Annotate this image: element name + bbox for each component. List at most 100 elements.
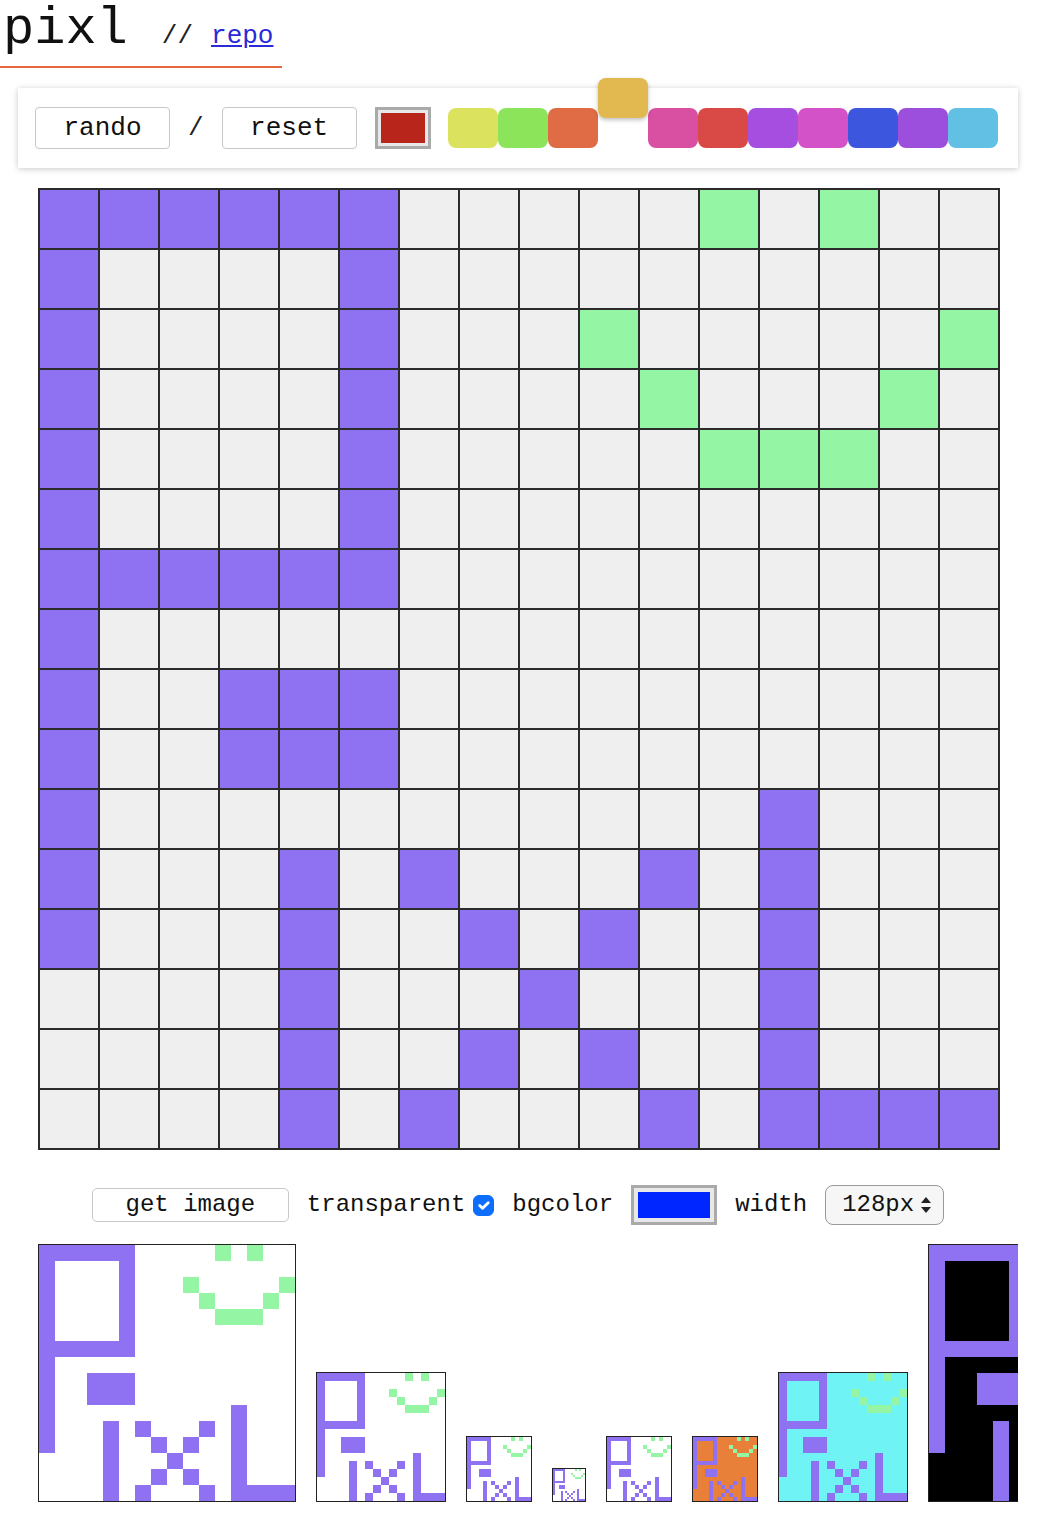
- pixel-cell[interactable]: [220, 850, 278, 908]
- pixel-cell[interactable]: [700, 1090, 758, 1148]
- pixel-cell[interactable]: [340, 730, 398, 788]
- pixel-cell[interactable]: [940, 1090, 998, 1148]
- pixel-cell[interactable]: [460, 370, 518, 428]
- pixel-cell[interactable]: [820, 670, 878, 728]
- pixel-cell[interactable]: [40, 550, 98, 608]
- pixel-cell[interactable]: [40, 1030, 98, 1088]
- pixel-cell[interactable]: [40, 850, 98, 908]
- pixel-cell[interactable]: [40, 730, 98, 788]
- thumbnail-image[interactable]: [692, 1436, 758, 1502]
- pixel-cell[interactable]: [940, 370, 998, 428]
- pixel-cell[interactable]: [40, 370, 98, 428]
- pixel-cell[interactable]: [820, 1090, 878, 1148]
- pixel-cell[interactable]: [580, 910, 638, 968]
- pixel-cell[interactable]: [580, 670, 638, 728]
- palette-swatch[interactable]: [448, 108, 498, 148]
- pixel-cell[interactable]: [340, 370, 398, 428]
- pixel-cell[interactable]: [880, 850, 938, 908]
- pixel-cell[interactable]: [580, 730, 638, 788]
- pixel-cell[interactable]: [100, 1030, 158, 1088]
- pixel-cell[interactable]: [760, 910, 818, 968]
- pixel-cell[interactable]: [340, 850, 398, 908]
- pixel-cell[interactable]: [820, 1030, 878, 1088]
- pixel-cell[interactable]: [220, 910, 278, 968]
- pixel-cell[interactable]: [880, 970, 938, 1028]
- pixel-cell[interactable]: [880, 1090, 938, 1148]
- pixel-cell[interactable]: [40, 190, 98, 248]
- thumbnail-image[interactable]: [466, 1436, 532, 1502]
- pixel-cell[interactable]: [100, 910, 158, 968]
- pixel-cell[interactable]: [340, 910, 398, 968]
- palette-swatch[interactable]: [548, 108, 598, 148]
- thumbnail-image[interactable]: [316, 1372, 446, 1502]
- pixel-cell[interactable]: [160, 670, 218, 728]
- pixel-cell[interactable]: [580, 850, 638, 908]
- pixel-cell[interactable]: [460, 670, 518, 728]
- pixel-cell[interactable]: [340, 310, 398, 368]
- pixel-cell[interactable]: [160, 610, 218, 668]
- pixel-cell[interactable]: [820, 310, 878, 368]
- pixel-cell[interactable]: [40, 610, 98, 668]
- pixel-cell[interactable]: [700, 970, 758, 1028]
- pixel-cell[interactable]: [520, 550, 578, 608]
- pixel-cell[interactable]: [700, 430, 758, 488]
- pixel-cell[interactable]: [580, 550, 638, 608]
- pixel-cell[interactable]: [220, 790, 278, 848]
- pixel-cell[interactable]: [460, 1090, 518, 1148]
- rando-button[interactable]: rando: [35, 107, 170, 149]
- pixel-cell[interactable]: [160, 730, 218, 788]
- pixel-cell[interactable]: [460, 790, 518, 848]
- pixel-cell[interactable]: [400, 730, 458, 788]
- palette-swatch[interactable]: [848, 108, 898, 148]
- pixel-cell[interactable]: [940, 850, 998, 908]
- pixel-cell[interactable]: [340, 190, 398, 248]
- pixel-cell[interactable]: [760, 250, 818, 308]
- pixel-cell[interactable]: [580, 190, 638, 248]
- pixel-cell[interactable]: [580, 610, 638, 668]
- pixel-cell[interactable]: [700, 850, 758, 908]
- pixel-cell[interactable]: [760, 190, 818, 248]
- pixel-cell[interactable]: [880, 250, 938, 308]
- pixel-cell[interactable]: [160, 370, 218, 428]
- pixel-cell[interactable]: [520, 310, 578, 368]
- pixel-cell[interactable]: [100, 970, 158, 1028]
- pixel-cell[interactable]: [940, 910, 998, 968]
- pixel-cell[interactable]: [160, 430, 218, 488]
- pixel-cell[interactable]: [700, 1030, 758, 1088]
- pixel-cell[interactable]: [220, 250, 278, 308]
- pixel-cell[interactable]: [340, 670, 398, 728]
- pixel-cell[interactable]: [280, 490, 338, 548]
- pixel-cell[interactable]: [760, 730, 818, 788]
- thumbnail-image[interactable]: [38, 1244, 296, 1502]
- pixel-cell[interactable]: [220, 970, 278, 1028]
- pixel-cell[interactable]: [220, 730, 278, 788]
- pixel-cell[interactable]: [820, 430, 878, 488]
- pixel-cell[interactable]: [520, 850, 578, 908]
- pixel-cell[interactable]: [220, 490, 278, 548]
- pixel-cell[interactable]: [880, 190, 938, 248]
- pixel-cell[interactable]: [280, 610, 338, 668]
- pixel-cell[interactable]: [400, 850, 458, 908]
- pixel-cell[interactable]: [40, 310, 98, 368]
- pixel-cell[interactable]: [160, 250, 218, 308]
- pixel-cell[interactable]: [940, 730, 998, 788]
- pixel-cell[interactable]: [40, 790, 98, 848]
- pixel-cell[interactable]: [160, 190, 218, 248]
- pixel-cell[interactable]: [700, 370, 758, 428]
- pixel-cell[interactable]: [700, 250, 758, 308]
- pixel-cell[interactable]: [760, 430, 818, 488]
- pixel-cell[interactable]: [40, 670, 98, 728]
- pixel-cell[interactable]: [400, 610, 458, 668]
- pixel-cell[interactable]: [760, 490, 818, 548]
- pixel-cell[interactable]: [640, 970, 698, 1028]
- pixel-cell[interactable]: [40, 1090, 98, 1148]
- pixel-cell[interactable]: [460, 730, 518, 788]
- pixel-cell[interactable]: [220, 1090, 278, 1148]
- pixel-cell[interactable]: [160, 910, 218, 968]
- pixel-cell[interactable]: [580, 370, 638, 428]
- pixel-cell[interactable]: [820, 730, 878, 788]
- thumbnail-image[interactable]: [928, 1244, 1018, 1502]
- thumbnail-image[interactable]: [606, 1436, 672, 1502]
- pixel-cell[interactable]: [880, 430, 938, 488]
- palette-swatch[interactable]: [948, 108, 998, 148]
